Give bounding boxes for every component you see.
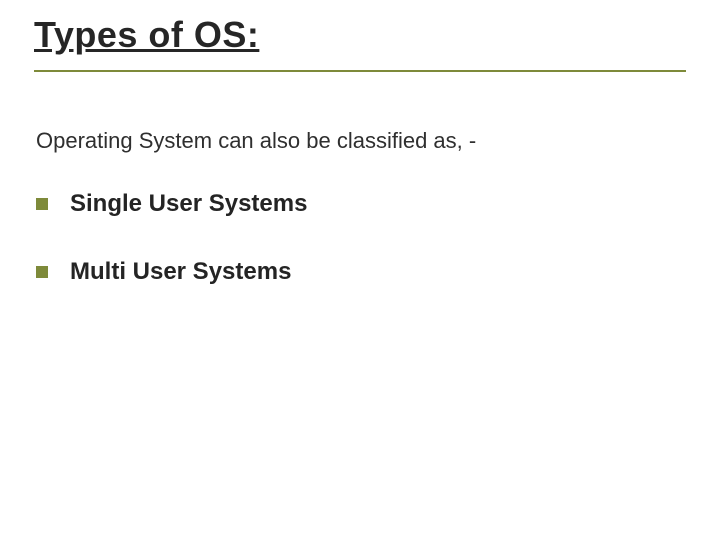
bullet-text: Multi User Systems [70,258,291,286]
square-bullet-icon [36,266,48,278]
slide: Types of OS: Operating System can also b… [0,0,720,540]
list-item: Multi User Systems [36,258,676,286]
bullet-text: Single User Systems [70,190,307,218]
list-item: Single User Systems [36,190,676,218]
title-underline-rule [34,70,686,72]
slide-title: Types of OS: [34,14,686,56]
slide-body: Operating System can also be classified … [36,128,676,326]
intro-text: Operating System can also be classified … [36,128,676,154]
square-bullet-icon [36,198,48,210]
title-block: Types of OS: [34,14,686,72]
